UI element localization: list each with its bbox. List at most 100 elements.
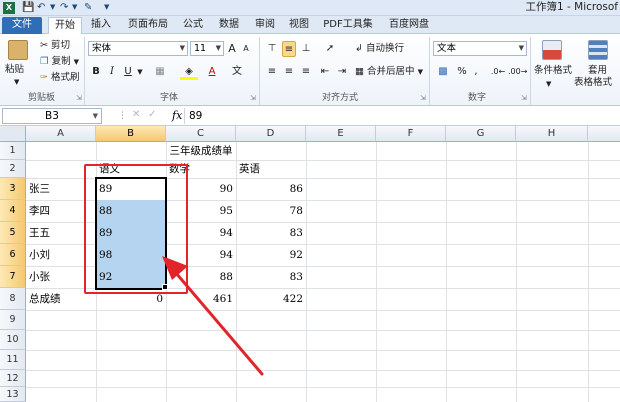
row-header-12[interactable]: 12 [0, 370, 26, 387]
undo-dropdown-icon[interactable]: ▼ [50, 1, 55, 14]
tab-page-layout[interactable]: 页面布局 [122, 17, 174, 34]
column-header-b[interactable]: B [96, 126, 166, 142]
decrease-indent-button[interactable]: ⇤ [318, 64, 332, 80]
table-format-label-line1[interactable]: 套用 [588, 65, 607, 77]
column-header-g[interactable]: G [446, 126, 516, 142]
number-format-select[interactable]: 文本 ▼ [433, 41, 527, 56]
font-name-select[interactable]: 宋体 ▼ [88, 41, 188, 56]
tab-baidu-netdisk[interactable]: 百度网盘 [384, 17, 434, 34]
gridline [26, 310, 620, 311]
english-score-cell[interactable]: 78 [236, 200, 306, 222]
number-launcher-icon[interactable]: ⇲ [521, 94, 527, 102]
decrease-decimal-button[interactable]: .00→ [508, 64, 527, 80]
customize-icon[interactable]: ✎ [84, 1, 92, 14]
row-header-11[interactable]: 11 [0, 350, 26, 370]
cancel-icon[interactable]: ✕ [132, 109, 140, 120]
row-header-4[interactable]: 4 [0, 200, 26, 222]
name-box[interactable]: B3 ▼ [2, 108, 102, 124]
copy-button[interactable]: ❐ 复制 ▼ [40, 56, 79, 68]
format-painter-button[interactable]: ✑ 格式刷 [40, 72, 80, 84]
conditional-format-dropdown-icon[interactable]: ▼ [546, 78, 551, 90]
underline-dropdown-icon[interactable]: ▼ [136, 64, 144, 80]
row-header-6[interactable]: 6 [0, 244, 26, 266]
english-score-cell[interactable]: 83 [236, 222, 306, 244]
accounting-format-button[interactable]: ▩ [434, 64, 452, 80]
tab-insert[interactable]: 插入 [86, 17, 116, 34]
tab-home[interactable]: 开始 [48, 17, 82, 34]
tab-pdf-tools[interactable]: PDF工具集 [318, 17, 378, 34]
fill-color-button[interactable]: ◈ [180, 64, 198, 80]
formula-input[interactable]: 89 [184, 108, 618, 124]
comma-button[interactable]: , [470, 64, 482, 80]
column-header-d[interactable]: D [236, 126, 306, 142]
align-left-icon: ≡ [267, 66, 277, 77]
column-header-h[interactable]: H [516, 126, 588, 142]
align-right-button[interactable]: ≡ [299, 64, 313, 80]
font-color-button[interactable]: A [204, 64, 220, 80]
tab-data[interactable]: 数据 [214, 17, 244, 34]
column-header-c[interactable]: C [166, 126, 236, 142]
conditional-format-button[interactable]: 条件格式 [534, 65, 572, 77]
customize-quick-access-icon[interactable]: ▼ [104, 1, 109, 14]
select-all-button[interactable] [0, 126, 26, 142]
italic-button[interactable]: I [106, 64, 118, 80]
column-header-f[interactable]: F [376, 126, 446, 142]
wrap-text-button[interactable]: ↲ 自动换行 [355, 43, 404, 55]
orientation-button[interactable]: ➚ [320, 41, 340, 57]
row-header-2[interactable]: 2 [0, 160, 26, 178]
paste-button[interactable]: 粘贴 [5, 64, 24, 76]
conditional-format-icon[interactable] [542, 40, 562, 60]
english-score-cell[interactable]: 86 [236, 178, 306, 200]
alignment-launcher-icon[interactable]: ⇲ [420, 94, 426, 102]
border-button[interactable]: ▦ [152, 64, 168, 80]
row-header-1[interactable]: 1 [0, 142, 26, 160]
tab-review[interactable]: 审阅 [250, 17, 280, 34]
table-format-icon[interactable] [588, 40, 608, 60]
table-format-button[interactable]: 表格格式 [574, 77, 612, 89]
clipboard-launcher-icon[interactable]: ⇲ [76, 94, 82, 102]
row-header-5[interactable]: 5 [0, 222, 26, 244]
sheet-title-cell[interactable]: 三年级成绩单 [96, 142, 306, 160]
enter-icon[interactable]: ✓ [148, 109, 156, 120]
percent-button[interactable]: % [456, 64, 468, 80]
paste-dropdown-icon[interactable]: ▼ [14, 76, 19, 88]
row-header-8[interactable]: 8 [0, 288, 26, 310]
merge-center-button[interactable]: ▦ 合并后居中 ▼ [355, 66, 423, 78]
ribbon-tabs: 文件 开始 插入 页面布局 公式 数据 审阅 视图 PDF工具集 百度网盘 [0, 16, 620, 34]
orientation-icon: ➚ [325, 43, 335, 54]
redo-dropdown-icon[interactable]: ▼ [72, 1, 77, 14]
formula-bar-resize-handle[interactable]: ⋮ [118, 110, 127, 122]
row-header-7[interactable]: 7 [0, 266, 26, 288]
header-cell-english[interactable]: 英语 [236, 160, 306, 178]
cut-button[interactable]: ✂ 剪切 [40, 40, 70, 52]
bold-button[interactable]: B [90, 64, 102, 80]
row-header-10[interactable]: 10 [0, 330, 26, 350]
redo-icon[interactable]: ↷ [60, 1, 68, 14]
insert-function-button[interactable]: fx [172, 108, 182, 123]
tab-file[interactable]: 文件 [2, 17, 42, 34]
save-icon[interactable]: 💾 [22, 1, 34, 14]
tab-view[interactable]: 视图 [284, 17, 314, 34]
grow-font-button[interactable]: A [226, 41, 238, 57]
paste-icon[interactable] [8, 40, 28, 60]
column-header-i[interactable] [588, 126, 620, 142]
align-middle-button[interactable]: ≡ [282, 41, 296, 57]
font-launcher-icon[interactable]: ⇲ [250, 94, 256, 102]
align-center-button[interactable]: ≡ [282, 64, 296, 80]
undo-icon[interactable]: ↶ [37, 1, 45, 14]
underline-button[interactable]: U [122, 64, 134, 80]
font-size-select[interactable]: 11 ▼ [190, 41, 224, 56]
row-header-13[interactable]: 13 [0, 387, 26, 402]
align-left-button[interactable]: ≡ [265, 64, 279, 80]
increase-indent-button[interactable]: ⇥ [335, 64, 349, 80]
increase-decimal-button[interactable]: .0← [490, 64, 506, 80]
row-header-3[interactable]: 3 [0, 178, 26, 200]
row-header-9[interactable]: 9 [0, 310, 26, 330]
align-top-button[interactable]: ⊤ [265, 41, 279, 57]
shrink-font-button[interactable]: A [240, 41, 252, 57]
align-bottom-button[interactable]: ⊥ [299, 41, 313, 57]
column-header-a[interactable]: A [26, 126, 96, 142]
column-header-e[interactable]: E [306, 126, 376, 142]
tab-formulas[interactable]: 公式 [178, 17, 208, 34]
phonetic-button[interactable]: 文 [226, 64, 248, 80]
